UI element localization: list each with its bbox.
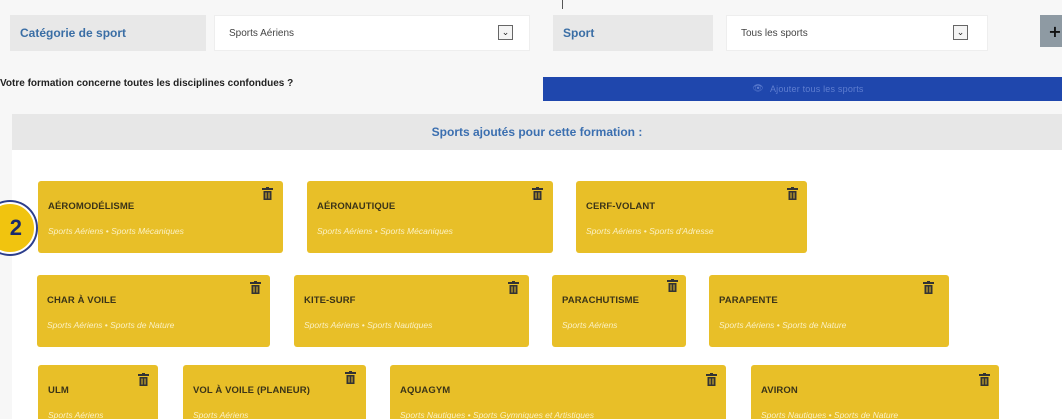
trash-icon[interactable] <box>345 371 356 384</box>
trash-icon[interactable] <box>262 187 273 200</box>
sport-categories: Sports Aériens <box>562 320 618 330</box>
section-title: Sports ajoutés pour cette formation : <box>12 114 1062 150</box>
chevron-down-icon[interactable]: ⌄ <box>953 25 968 40</box>
sport-name: PARAPENTE <box>719 295 778 306</box>
sport-categories: Sports Aériens <box>193 410 249 419</box>
sport-categories: Sports Aériens • Sports d'Adresse <box>586 226 714 236</box>
sport-categories: Sports Nautiques • Sports de Nature <box>761 410 899 419</box>
category-select-value: Sports Aériens <box>229 27 295 39</box>
sport-categories: Sports Aériens <box>48 410 104 419</box>
sport-card: AÉRONAUTIQUE Sports Aériens • Sports Méc… <box>307 181 553 253</box>
sport-name: AQUAGYM <box>400 385 451 396</box>
trash-icon[interactable] <box>532 187 543 200</box>
trash-icon[interactable] <box>250 281 261 294</box>
add-sport-button[interactable]: + <box>1040 15 1062 47</box>
divider-line <box>562 0 563 9</box>
trash-icon[interactable] <box>138 373 149 386</box>
trash-icon[interactable] <box>979 373 990 386</box>
sport-name: CERF-VOLANT <box>586 201 656 212</box>
sport-label: Sport <box>553 15 713 51</box>
sport-name: AVIRON <box>761 385 798 396</box>
sport-card: AQUAGYM Sports Nautiques • Sports Gymniq… <box>390 365 726 419</box>
sport-name: ULM <box>48 385 69 396</box>
sport-name: KITE-SURF <box>304 295 356 306</box>
sport-card: PARAPENTE Sports Aériens • Sports de Nat… <box>709 275 949 347</box>
sport-card: ULM Sports Aériens <box>38 365 158 419</box>
plus-icon: + <box>1048 21 1062 41</box>
sport-categories: Sports Aériens • Sports Nautiques <box>304 320 433 330</box>
sport-categories: Sports Aériens • Sports de Nature <box>47 320 175 330</box>
sport-card: KITE-SURF Sports Aériens • Sports Nautiq… <box>294 275 529 347</box>
sport-name: CHAR À VOILE <box>47 295 117 306</box>
trash-icon[interactable] <box>667 279 678 292</box>
sport-card: CERF-VOLANT Sports Aériens • Sports d'Ad… <box>576 181 807 253</box>
sport-name: VOL À VOILE (PLANEUR) <box>193 385 310 396</box>
sport-card: VOL À VOILE (PLANEUR) Sports Aériens <box>183 365 366 419</box>
trash-icon[interactable] <box>787 187 798 200</box>
sport-card: AVIRON Sports Nautiques • Sports de Natu… <box>751 365 999 419</box>
sport-select-value: Tous les sports <box>741 27 808 39</box>
add-all-sports-label: Ajouter tous les sports <box>769 84 864 94</box>
sport-card: CHAR À VOILE Sports Aériens • Sports de … <box>37 275 270 347</box>
sport-categories: Sports Aériens • Sports Mécaniques <box>48 226 184 236</box>
all-disciplines-question: Votre formation concerne toutes les disc… <box>0 78 294 89</box>
eye-icon: 👁 <box>752 84 764 94</box>
sport-card: PARACHUTISME Sports Aériens <box>552 275 686 347</box>
sport-name: PARACHUTISME <box>562 295 640 306</box>
add-all-sports-button[interactable]: 👁 Ajouter tous les sports <box>543 77 1062 101</box>
category-label: Catégorie de sport <box>10 15 206 51</box>
sport-card: AÉROMODÉLISME Sports Aériens • Sports Mé… <box>38 181 283 253</box>
trash-icon[interactable] <box>508 281 519 294</box>
sport-select[interactable]: Tous les sports <box>726 15 988 51</box>
trash-icon[interactable] <box>923 281 934 294</box>
chevron-down-icon[interactable]: ⌄ <box>498 25 513 40</box>
sport-name: AÉRONAUTIQUE <box>317 201 396 212</box>
sport-categories: Sports Nautiques • Sports Gymniques et A… <box>400 410 594 419</box>
sport-name: AÉROMODÉLISME <box>48 201 135 212</box>
sport-categories: Sports Aériens • Sports de Nature <box>719 320 847 330</box>
category-select[interactable]: Sports Aériens <box>214 15 530 51</box>
sport-categories: Sports Aériens • Sports Mécaniques <box>317 226 453 236</box>
trash-icon[interactable] <box>706 373 717 386</box>
